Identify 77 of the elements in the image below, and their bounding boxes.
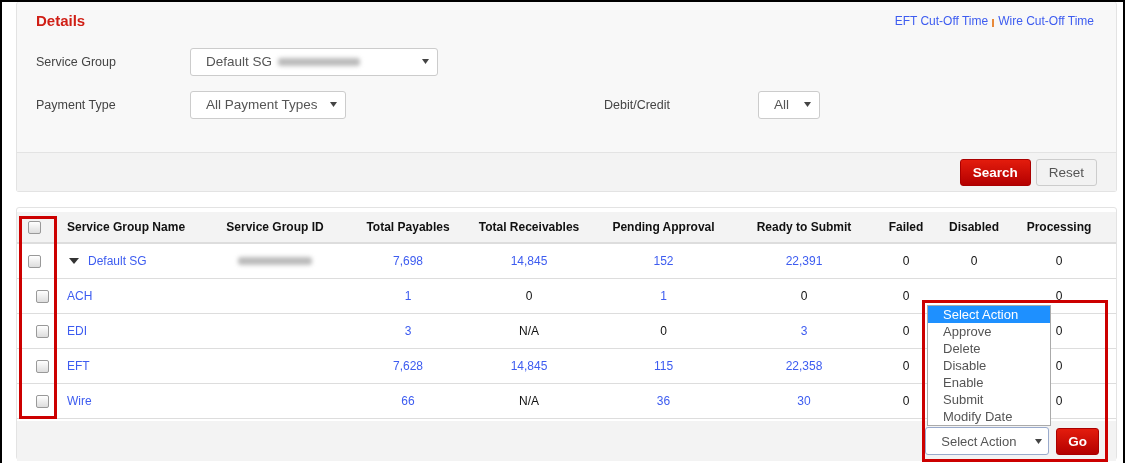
expand-caret-icon[interactable] bbox=[69, 258, 79, 264]
count-link[interactable]: 1 bbox=[404, 289, 412, 303]
reset-button[interactable]: Reset bbox=[1035, 158, 1097, 186]
link-separator bbox=[992, 18, 995, 27]
count-link[interactable]: EDI bbox=[67, 324, 87, 338]
count-link[interactable]: 66 bbox=[401, 394, 415, 408]
table-cell: N/A bbox=[519, 324, 539, 338]
table-cell: 0 bbox=[902, 394, 910, 408]
dropdown-option[interactable]: Enable bbox=[928, 374, 1050, 391]
row-checkbox[interactable] bbox=[36, 394, 49, 408]
column-header: Failed bbox=[888, 220, 924, 234]
dropdown-option[interactable]: Submit bbox=[928, 391, 1050, 408]
select-all-checkbox[interactable] bbox=[28, 220, 41, 234]
count-link[interactable]: 22,358 bbox=[785, 359, 823, 373]
column-header: Pending Approval bbox=[612, 220, 715, 234]
caret-icon bbox=[422, 59, 429, 65]
table-cell: 0 bbox=[970, 254, 978, 268]
cut-off-time-link[interactable]: Wire Cut-Off Time bbox=[998, 14, 1094, 28]
table-cell: 0 bbox=[1055, 394, 1063, 408]
filter-label: Debit/Credit bbox=[604, 97, 671, 112]
count-link[interactable]: Wire bbox=[67, 394, 92, 408]
count-link[interactable]: 152 bbox=[653, 254, 674, 268]
column-header: Disabled bbox=[949, 220, 999, 234]
column-header: Service Group Name bbox=[67, 220, 186, 234]
count-link[interactable]: 36 bbox=[656, 394, 671, 408]
dropdown-option[interactable]: Modify Date bbox=[928, 408, 1050, 425]
count-link[interactable]: 3 bbox=[404, 324, 412, 338]
cut-off-time-link[interactable]: EFT Cut-Off Time bbox=[894, 14, 989, 28]
table-cell: 0 bbox=[902, 324, 910, 338]
table-cell: 0 bbox=[1055, 359, 1063, 373]
dropdown-option[interactable]: Approve bbox=[928, 323, 1050, 340]
go-button[interactable]: Go bbox=[1056, 427, 1099, 455]
search-button[interactable]: Search bbox=[959, 158, 1031, 186]
count-link[interactable]: 22,391 bbox=[785, 254, 823, 268]
count-link[interactable]: 3 bbox=[800, 324, 808, 338]
count-link[interactable]: 7,628 bbox=[393, 359, 423, 373]
dropdown-option[interactable]: Delete bbox=[928, 340, 1050, 357]
action-select[interactable]: Select Action bbox=[925, 427, 1050, 455]
count-link[interactable]: ACH bbox=[67, 289, 93, 303]
row-checkbox[interactable] bbox=[28, 254, 41, 268]
dropdown-option[interactable]: Disable bbox=[928, 357, 1050, 374]
table-cell: 0 bbox=[902, 289, 910, 303]
caret-icon bbox=[1035, 438, 1043, 444]
section-title: Details bbox=[36, 12, 86, 31]
count-link[interactable]: 1 bbox=[660, 289, 667, 303]
row-checkbox[interactable] bbox=[36, 289, 49, 303]
count-link[interactable]: 14,845 bbox=[510, 254, 548, 268]
table-cell: 0 bbox=[1055, 289, 1063, 303]
count-link[interactable]: 30 bbox=[797, 394, 811, 408]
count-link[interactable]: EFT bbox=[67, 359, 90, 373]
caret-icon bbox=[330, 102, 337, 108]
row-checkbox[interactable] bbox=[36, 324, 49, 338]
column-header: Total Receivables bbox=[478, 220, 580, 234]
filter-label: Payment Type bbox=[36, 97, 117, 112]
column-header: Processing bbox=[1026, 220, 1092, 234]
column-header: Ready to Submit bbox=[756, 220, 852, 234]
row-checkbox[interactable] bbox=[36, 359, 49, 373]
table-cell: 0 bbox=[525, 289, 533, 303]
filter-select[interactable]: All bbox=[758, 90, 820, 119]
table-cell: 0 bbox=[1055, 324, 1063, 338]
filter-select[interactable]: Default SG bbox=[190, 47, 438, 76]
column-header: Total Payables bbox=[366, 220, 450, 234]
dropdown-option[interactable]: Select Action bbox=[928, 306, 1050, 323]
table-cell: 0 bbox=[902, 254, 910, 268]
count-link[interactable]: 14,845 bbox=[510, 359, 548, 373]
caret-icon bbox=[804, 102, 811, 108]
filter-label: Service Group bbox=[36, 54, 117, 69]
count-link[interactable]: Default SG bbox=[88, 254, 147, 268]
table-cell: 0 bbox=[800, 289, 808, 303]
table-cell: 0 bbox=[660, 324, 667, 338]
table-cell: 0 bbox=[902, 359, 910, 373]
table-cell: 0 bbox=[1055, 254, 1063, 268]
filter-select[interactable]: All Payment Types bbox=[190, 90, 346, 119]
count-link[interactable]: 115 bbox=[653, 359, 674, 373]
column-header: Service Group ID bbox=[226, 220, 324, 234]
table-cell: N/A bbox=[519, 394, 539, 408]
count-link[interactable]: 7,698 bbox=[393, 254, 423, 268]
